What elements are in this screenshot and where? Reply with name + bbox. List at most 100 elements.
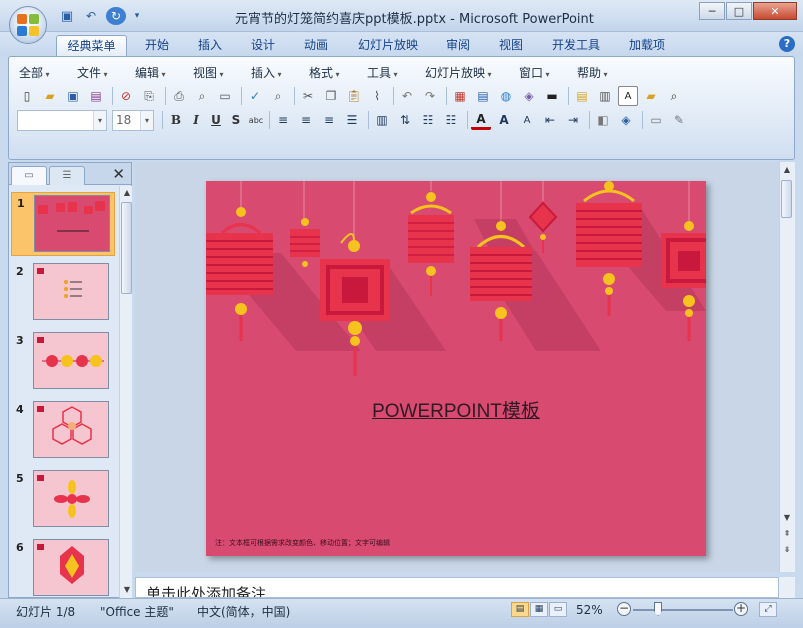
cut-icon[interactable]: ✂ [298,86,318,106]
outline-tab[interactable]: ☰ [49,166,85,185]
customize-qat-button[interactable]: ▾ [132,8,142,24]
underline-button[interactable]: U [206,113,226,127]
research-icon[interactable]: ⌕ [268,86,288,106]
theme-name[interactable]: "Office 主题" [100,603,174,620]
text-direction-icon[interactable]: ⇅ [395,110,415,130]
language-indicator[interactable]: 中文(简体，中国) [197,603,290,620]
slide-thumbnail[interactable]: 6 [11,537,115,598]
font-size-combo[interactable]: 18 ▾ [112,109,154,131]
menu-help[interactable]: 帮助 [577,64,608,81]
zoom-slider-handle[interactable] [654,602,662,616]
tab-classic-menu[interactable]: 经典菜单 [56,35,127,56]
slide-thumbnail[interactable]: 5 [11,468,115,532]
tab-developer[interactable]: 开发工具 [543,35,609,56]
scroll-thumb[interactable] [121,202,132,294]
tab-review[interactable]: 审阅 [438,35,478,56]
tab-addins[interactable]: 加载项 [620,35,674,56]
office-button[interactable] [9,6,47,44]
textbox-icon[interactable]: A [618,86,638,106]
minimize-button[interactable]: ─ [699,2,725,20]
spelling-icon[interactable]: ✓ [245,86,265,106]
menu-edit[interactable]: 编辑 [135,64,166,81]
undo-icon[interactable]: ↶ [82,8,100,24]
shape-outline-icon[interactable]: ✎ [669,110,689,130]
paste-icon[interactable]: 📋︎ [344,86,364,106]
previous-slide-icon[interactable]: ⇞ [781,528,793,540]
close-button[interactable]: ✕ [753,2,797,20]
tab-animation[interactable]: 动画 [296,35,336,56]
tab-design[interactable]: 设计 [243,35,283,56]
menu-insert[interactable]: 插入 [251,64,282,81]
folder-icon[interactable]: ▰ [641,86,661,106]
save-file-icon[interactable]: ▣ [63,86,83,106]
slide-note-text[interactable]: 注：文本框可根据需求改变颜色、移动位置；文字可编辑 [215,538,390,548]
tab-insert[interactable]: 插入 [190,35,230,56]
slideshow-view-button[interactable]: ▭ [549,602,567,617]
scroll-down-icon[interactable]: ▼ [121,584,133,596]
help-icon[interactable]: ? [779,36,795,52]
align-right-icon[interactable]: ≡ [319,110,339,130]
preview-icon[interactable]: ⌕ [192,86,212,106]
menu-file[interactable]: 文件 [77,64,108,81]
tab-slideshow[interactable]: 幻灯片放映 [349,35,427,56]
slide-thumbnail[interactable]: 1 [11,192,115,256]
menu-slideshow[interactable]: 幻灯片放映 [425,64,492,81]
decrease-indent-icon[interactable]: ⇤ [540,110,560,130]
globe-icon[interactable]: ◍ [496,86,516,106]
maximize-button[interactable]: □ [726,2,752,20]
slide-thumbnail[interactable]: 3 [11,330,115,394]
align-left-icon[interactable]: ≡ [273,110,293,130]
strikethrough-button[interactable]: abc [246,116,266,125]
shape-fill-icon[interactable]: ▭ [646,110,666,130]
attach-icon[interactable]: ⎘ [139,86,159,106]
redo-icon[interactable]: ↻ [106,7,126,25]
font-name-combo[interactable]: ▾ [17,109,107,131]
zoom-slider[interactable] [633,609,733,611]
zoom-in-icon[interactable]: + [734,602,748,616]
chart-icon[interactable]: ▦ [450,86,470,106]
next-slide-icon[interactable]: ⇟ [781,544,793,556]
open-folder-icon[interactable]: ▰ [40,86,60,106]
current-slide[interactable]: POWERPOINT模板 注：文本框可根据需求改变颜色、移动位置；文字可编辑 [206,181,706,556]
grow-font-icon[interactable]: A [494,110,514,130]
normal-view-button[interactable]: ▤ [511,602,529,617]
save-icon[interactable]: ▣ [58,8,76,24]
notes-pane[interactable]: 单击此处添加备注 [135,577,779,598]
shrink-font-icon[interactable]: A [517,110,537,130]
zoom-out-icon[interactable]: − [617,602,631,616]
bullets-icon[interactable]: ☷ [418,110,438,130]
slide-sorter-button[interactable]: ▦ [530,602,548,617]
font-color-icon[interactable]: A [471,110,491,130]
table-icon[interactable]: ▤ [473,86,493,106]
italic-button[interactable]: I [186,113,206,127]
scroll-up-icon[interactable]: ▲ [781,164,793,176]
arrange-icon[interactable]: ◈ [616,110,636,130]
justify-icon[interactable]: ☰ [342,110,362,130]
scroll-down-icon[interactable]: ▼ [781,512,793,524]
increase-indent-icon[interactable]: ⇥ [563,110,583,130]
scroll-thumb[interactable] [781,180,792,218]
slide-thumbnail[interactable]: 4 [11,399,115,463]
slides-tab[interactable]: ▭ [11,166,47,185]
new-slide-icon[interactable]: ▤ [572,86,592,106]
new-file-icon[interactable]: ▯ [17,86,37,106]
slide-title[interactable]: POWERPOINT模板 [206,396,706,423]
print-preview-icon[interactable]: ▤ [86,86,106,106]
layout-icon[interactable]: ▥ [595,86,615,106]
redo-icon[interactable]: ↷ [420,86,440,106]
numbering-icon[interactable]: ☷ [441,110,461,130]
shadow-button[interactable]: S [226,113,246,127]
menu-format[interactable]: 格式 [309,64,340,81]
menu-all[interactable]: 全部 [19,64,50,81]
menu-window[interactable]: 窗口 [519,64,550,81]
fit-to-window-icon[interactable]: ⤢ [759,602,777,617]
picture-icon[interactable]: ◈ [519,86,539,106]
close-pane-icon[interactable]: ✕ [112,165,125,183]
menu-view[interactable]: 视图 [193,64,224,81]
shapes-icon[interactable]: ◧ [593,110,613,130]
fill-color-icon[interactable]: ▬ [542,86,562,106]
align-center-icon[interactable]: ≡ [296,110,316,130]
menu-tools[interactable]: 工具 [367,64,398,81]
tab-home[interactable]: 开始 [137,35,177,56]
frame-icon[interactable]: ▭ [215,86,235,106]
